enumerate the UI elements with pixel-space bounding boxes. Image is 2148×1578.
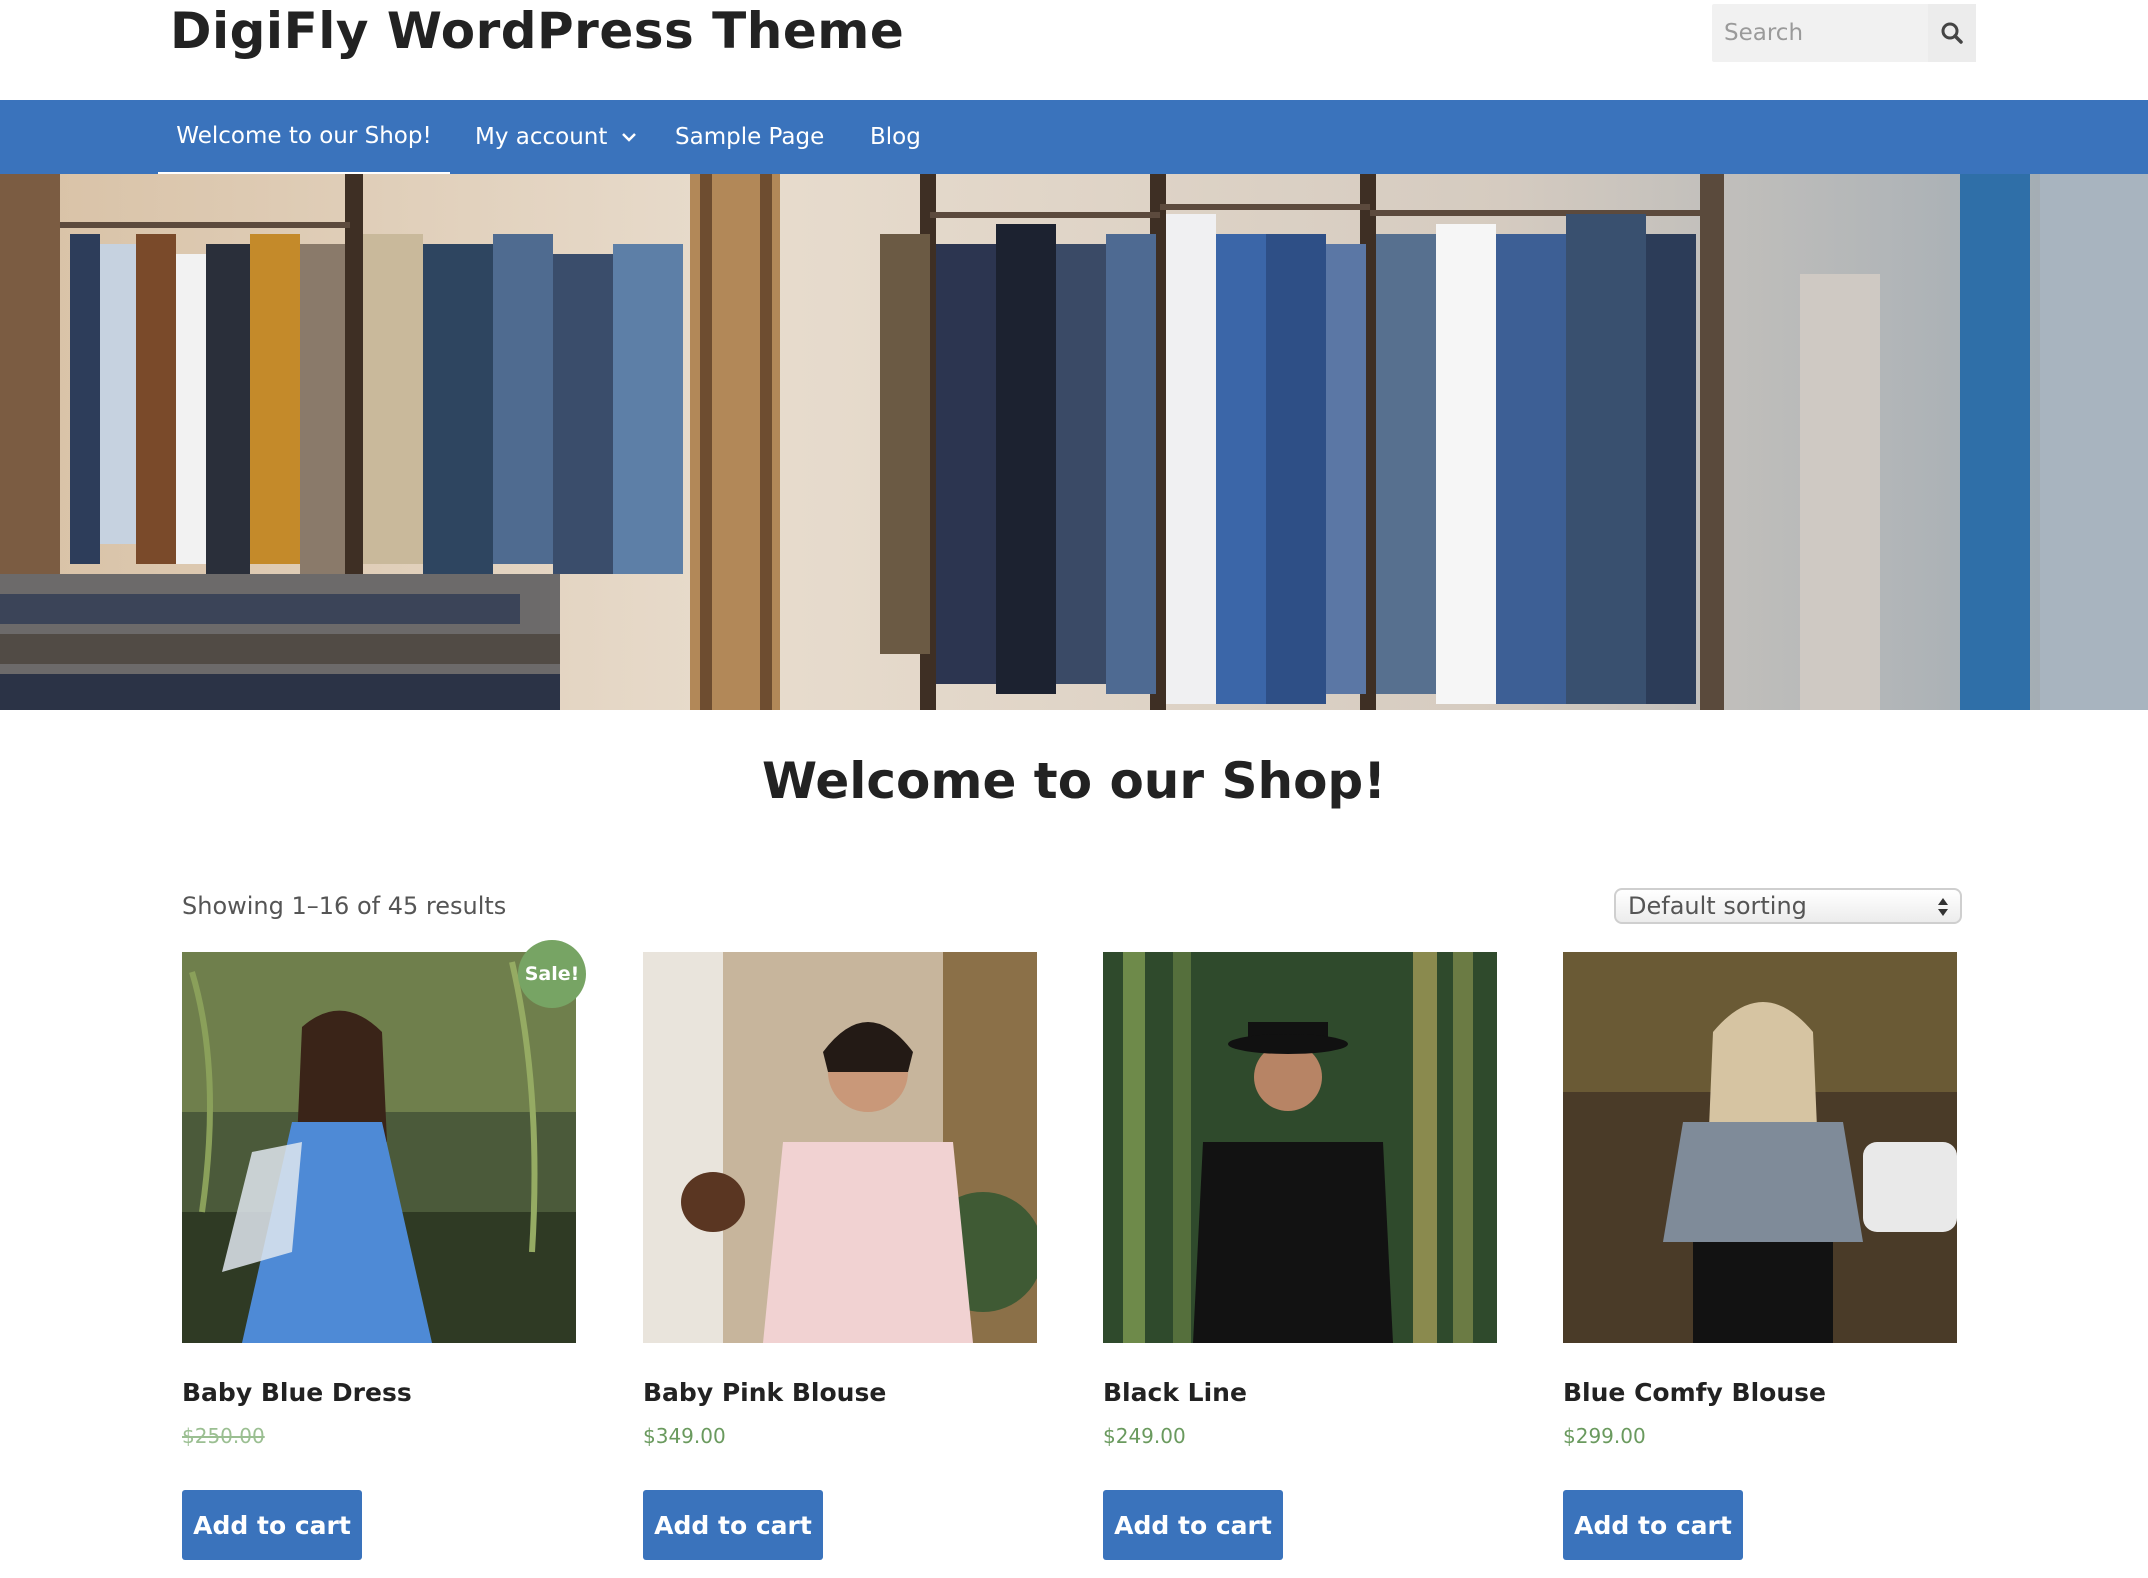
product-price: $250.00 [182, 1424, 265, 1448]
chevron-down-icon [621, 131, 637, 143]
product-image[interactable] [1563, 952, 1957, 1343]
product-image[interactable] [643, 952, 1037, 1343]
product-image[interactable] [182, 952, 576, 1343]
sorting-select[interactable]: Default sorting [1614, 888, 1962, 924]
nav-item-my-account[interactable]: My account [475, 100, 637, 174]
nav-item-sample-page[interactable]: Sample Page [675, 100, 824, 174]
sorting-selected-value: Default sorting [1628, 892, 1807, 920]
product-name[interactable]: Baby Pink Blouse [643, 1378, 886, 1407]
nav-item-label: Sample Page [675, 124, 825, 150]
nav-item-blog[interactable]: Blog [870, 100, 921, 174]
product-price: $349.00 [643, 1424, 726, 1448]
search-button[interactable] [1928, 4, 1976, 62]
nav-item-label: Blog [870, 124, 921, 150]
select-arrows-icon [1938, 898, 1948, 916]
add-to-cart-button[interactable]: Add to cart [1563, 1490, 1743, 1560]
product-price: $299.00 [1563, 1424, 1646, 1448]
product-name[interactable]: Black Line [1103, 1378, 1247, 1407]
main-navigation: Welcome to our Shop! My account Sample P… [0, 100, 2148, 174]
page-title: Welcome to our Shop! [761, 752, 1387, 810]
search-icon [1941, 22, 1963, 44]
result-count: Showing 1–16 of 45 results [182, 892, 507, 920]
product-name[interactable]: Baby Blue Dress [182, 1378, 412, 1407]
add-to-cart-button[interactable]: Add to cart [182, 1490, 362, 1560]
search-form [1712, 4, 1976, 62]
add-to-cart-button[interactable]: Add to cart [1103, 1490, 1283, 1560]
nav-item-welcome-shop[interactable]: Welcome to our Shop! [158, 100, 450, 174]
nav-item-label: My account [475, 124, 608, 150]
product-image[interactable] [1103, 952, 1497, 1343]
add-to-cart-button[interactable]: Add to cart [643, 1490, 823, 1560]
product-price: $249.00 [1103, 1424, 1186, 1448]
search-input[interactable] [1712, 4, 1924, 62]
site-title[interactable]: DigiFly WordPress Theme [170, 2, 904, 60]
sale-badge: Sale! [518, 940, 586, 1008]
product-name[interactable]: Blue Comfy Blouse [1563, 1378, 1826, 1407]
nav-item-label: Welcome to our Shop! [176, 123, 432, 149]
hero-banner-image [0, 174, 2148, 710]
